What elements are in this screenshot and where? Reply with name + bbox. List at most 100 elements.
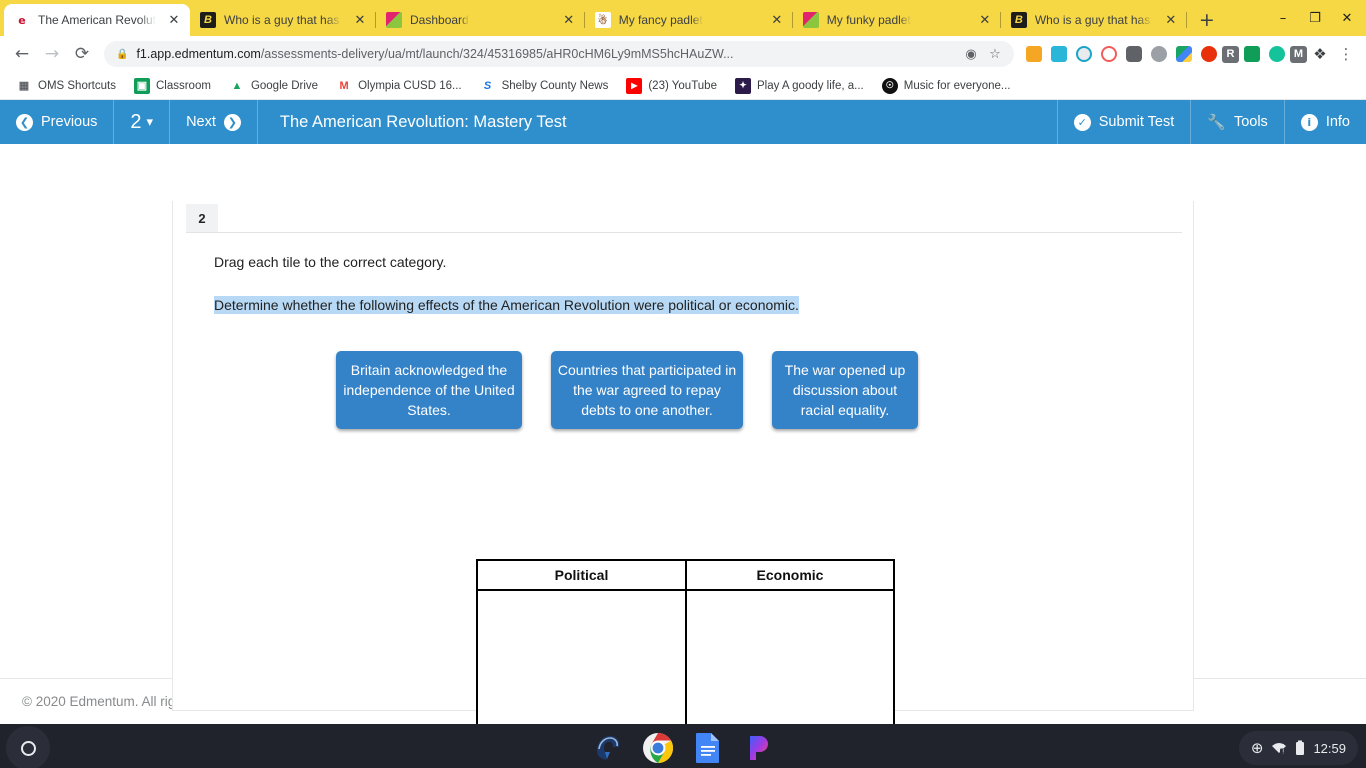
maximize-icon[interactable]: ❐ xyxy=(1300,4,1330,32)
info-circle-icon: i xyxy=(1300,113,1318,131)
tab-title: The American Revolution: Mastery Test xyxy=(38,13,156,27)
google-docs-app-icon[interactable] xyxy=(691,731,725,765)
bookmark-label: Classroom xyxy=(155,79,211,92)
close-icon[interactable]: ✕ xyxy=(1163,12,1179,28)
bookmark-olympia-cusd[interactable]: M Olympia CUSD 16... xyxy=(328,75,470,97)
browser-tab-5[interactable]: B Who is a guy that has Br ✕ xyxy=(1001,4,1187,36)
tools-label: Tools xyxy=(1233,114,1268,130)
browser-chrome: e The American Revolution: Mastery Test … xyxy=(0,0,1366,100)
padlet-dashboard-icon xyxy=(386,12,402,28)
google-drive-extension-icon[interactable] xyxy=(1172,42,1196,66)
spartan-helmet-app-icon[interactable] xyxy=(591,731,625,765)
grammarly-extension-icon[interactable] xyxy=(1265,42,1289,66)
browser-tab-1[interactable]: B Who is a guy that has Br ✕ xyxy=(190,4,376,36)
bookmark-youtube[interactable]: ▶ (23) YouTube xyxy=(618,75,725,97)
new-tab-button[interactable]: + xyxy=(1193,6,1221,34)
puzzle-dark-icon: ✦ xyxy=(734,77,751,94)
browser-toolbar: ← → ⟳ 🔒 f1.app.edmentum.com/assessments-… xyxy=(0,36,1366,72)
share-icon[interactable]: ◉ xyxy=(962,47,980,62)
lastpass-extension-icon[interactable] xyxy=(1022,42,1046,66)
gmail-icon: M xyxy=(339,79,349,92)
globe-extension-icon[interactable] xyxy=(1072,42,1096,66)
bookmark-label: (23) YouTube xyxy=(648,79,717,92)
draggable-tile[interactable]: Britain acknowledged the independence of… xyxy=(336,351,522,429)
signal-extension-icon[interactable] xyxy=(1097,42,1121,66)
address-bar[interactable]: 🔒 f1.app.edmentum.com/assessments-delive… xyxy=(104,41,1014,67)
pandora-app-icon[interactable] xyxy=(741,731,775,765)
wifi-warning-icon[interactable]: ! xyxy=(1271,741,1287,755)
bookmarks-bar: ▦ OMS Shortcuts ▣ Classroom ▲ Google Drive … xyxy=(0,72,1366,100)
bookmark-play-goody-life[interactable]: ✦ Play A goody life, a... xyxy=(727,75,872,97)
folder-icon: ▦ xyxy=(18,80,30,92)
brainly-icon: B xyxy=(1010,12,1027,28)
chromeos-shelf: ⊕ ! 12:59 xyxy=(0,724,1366,768)
close-icon[interactable]: ✕ xyxy=(166,12,182,28)
browser-tab-2[interactable]: Dashboard ✕ xyxy=(376,4,585,36)
close-icon[interactable]: ✕ xyxy=(977,12,993,28)
info-button[interactable]: i Info xyxy=(1285,100,1366,144)
question-divider xyxy=(186,232,1182,233)
drive-icon: ▲ xyxy=(231,79,243,92)
padlet-fancy-icon: ☃ xyxy=(594,12,611,28)
bookmark-shelby-county-news[interactable]: S Shelby County News xyxy=(472,75,617,97)
tab-title: My funky padlet xyxy=(826,13,911,27)
launcher-circle-icon xyxy=(20,740,36,756)
page-number-value: 2 xyxy=(130,110,142,133)
bookmark-star-icon[interactable]: ☆ xyxy=(986,47,1004,62)
bookmark-label: Shelby County News xyxy=(501,79,609,92)
chrome-app-icon[interactable] xyxy=(641,731,675,765)
grey-extension-icon[interactable] xyxy=(1147,42,1171,66)
previous-button[interactable]: ❮ Previous xyxy=(0,100,115,144)
toolbar-actions: ✓ Submit Test 🔧 Tools i Info xyxy=(1058,100,1366,144)
shelf-app-list xyxy=(591,731,775,765)
next-button[interactable]: Next ❯ xyxy=(170,100,258,144)
bookmark-label: Music for everyone... xyxy=(903,79,1011,92)
classroom-icon: ▣ xyxy=(133,77,150,94)
bookmark-google-drive[interactable]: ▲ Google Drive xyxy=(221,75,326,97)
r-extension-icon[interactable]: R xyxy=(1222,45,1239,63)
bookmark-oms-shortcuts[interactable]: ▦ OMS Shortcuts xyxy=(8,75,124,97)
s-icon: S xyxy=(483,79,492,92)
browser-tab-4[interactable]: My funky padlet ✕ xyxy=(793,4,1001,36)
contacts-extension-icon[interactable] xyxy=(1047,42,1071,66)
edmentum-icon: e xyxy=(14,12,30,28)
window-controls: – ❐ ✕ xyxy=(1268,4,1362,32)
back-icon[interactable]: ← xyxy=(8,40,36,68)
system-tray[interactable]: ⊕ ! 12:59 xyxy=(1238,731,1358,765)
tile-tray: Britain acknowledged the independence of… xyxy=(336,351,918,429)
launcher-button[interactable] xyxy=(6,726,50,768)
browser-tab-3[interactable]: ☃ My fancy padlet ✕ xyxy=(585,4,793,36)
close-icon[interactable]: ✕ xyxy=(352,12,368,28)
bookmark-label: Olympia CUSD 16... xyxy=(358,79,462,92)
tab-title: Who is a guy that has Br xyxy=(1034,13,1153,27)
browser-menu-icon[interactable]: ⋮ xyxy=(1334,41,1358,67)
m-extension-icon[interactable]: M xyxy=(1290,45,1307,63)
close-window-icon[interactable]: ✕ xyxy=(1332,4,1362,32)
reload-icon[interactable]: ⟳ xyxy=(68,40,96,68)
next-label: Next xyxy=(186,114,216,130)
draggable-tile[interactable]: The war opened up discussion about racia… xyxy=(772,351,918,429)
classroom-extension-icon[interactable] xyxy=(1240,42,1264,66)
close-icon[interactable]: ✕ xyxy=(561,12,577,28)
mute-tab-extension-icon[interactable] xyxy=(1122,42,1146,66)
tools-button[interactable]: 🔧 Tools xyxy=(1191,100,1285,144)
forward-icon[interactable]: → xyxy=(38,40,66,68)
spotify-icon: ☉ xyxy=(881,77,898,94)
page-number-dropdown[interactable]: 2 ▾ xyxy=(114,100,171,144)
bookmark-music-for-everyone[interactable]: ☉ Music for everyone... xyxy=(874,75,1019,97)
draggable-tile[interactable]: Countries that participated in the war a… xyxy=(551,351,743,429)
url-host: f1.app.edmentum.com xyxy=(136,47,261,61)
bookmark-classroom[interactable]: ▣ Classroom xyxy=(126,75,219,97)
arrow-right-circle-icon: ❯ xyxy=(223,113,241,131)
puzzle-icon[interactable]: ❖ xyxy=(1308,42,1332,66)
question-number-badge: 2 xyxy=(186,204,218,232)
submit-test-button[interactable]: ✓ Submit Test xyxy=(1058,100,1192,144)
browser-tab-0[interactable]: e The American Revolution: Mastery Test … xyxy=(4,4,190,36)
kami-extension-icon[interactable] xyxy=(1197,42,1221,66)
clock-time: 12:59 xyxy=(1313,740,1346,756)
close-icon[interactable]: ✕ xyxy=(769,12,785,28)
tab-title: Who is a guy that has Br xyxy=(224,13,342,27)
minimize-icon[interactable]: – xyxy=(1268,4,1298,32)
add-icon[interactable]: ⊕ xyxy=(1251,739,1264,757)
battery-icon[interactable] xyxy=(1295,740,1305,756)
